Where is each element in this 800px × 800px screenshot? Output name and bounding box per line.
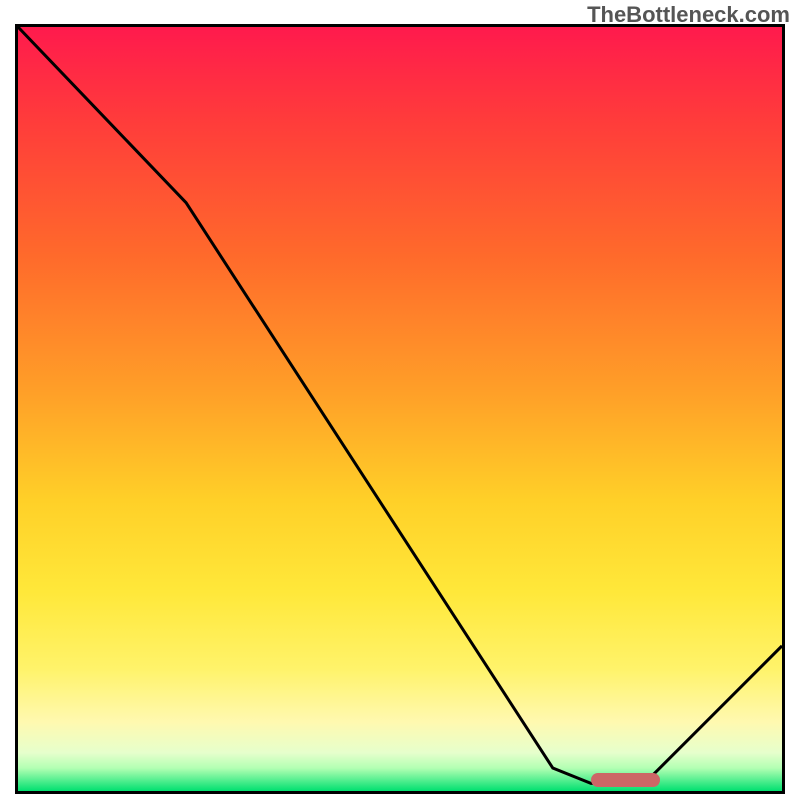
plot-area [15,24,785,794]
optimal-range-marker [591,773,660,787]
chart-container: TheBottleneck.com [0,0,800,800]
watermark-text: TheBottleneck.com [587,2,790,28]
bottleneck-curve [18,27,782,791]
curve-path [18,27,782,783]
